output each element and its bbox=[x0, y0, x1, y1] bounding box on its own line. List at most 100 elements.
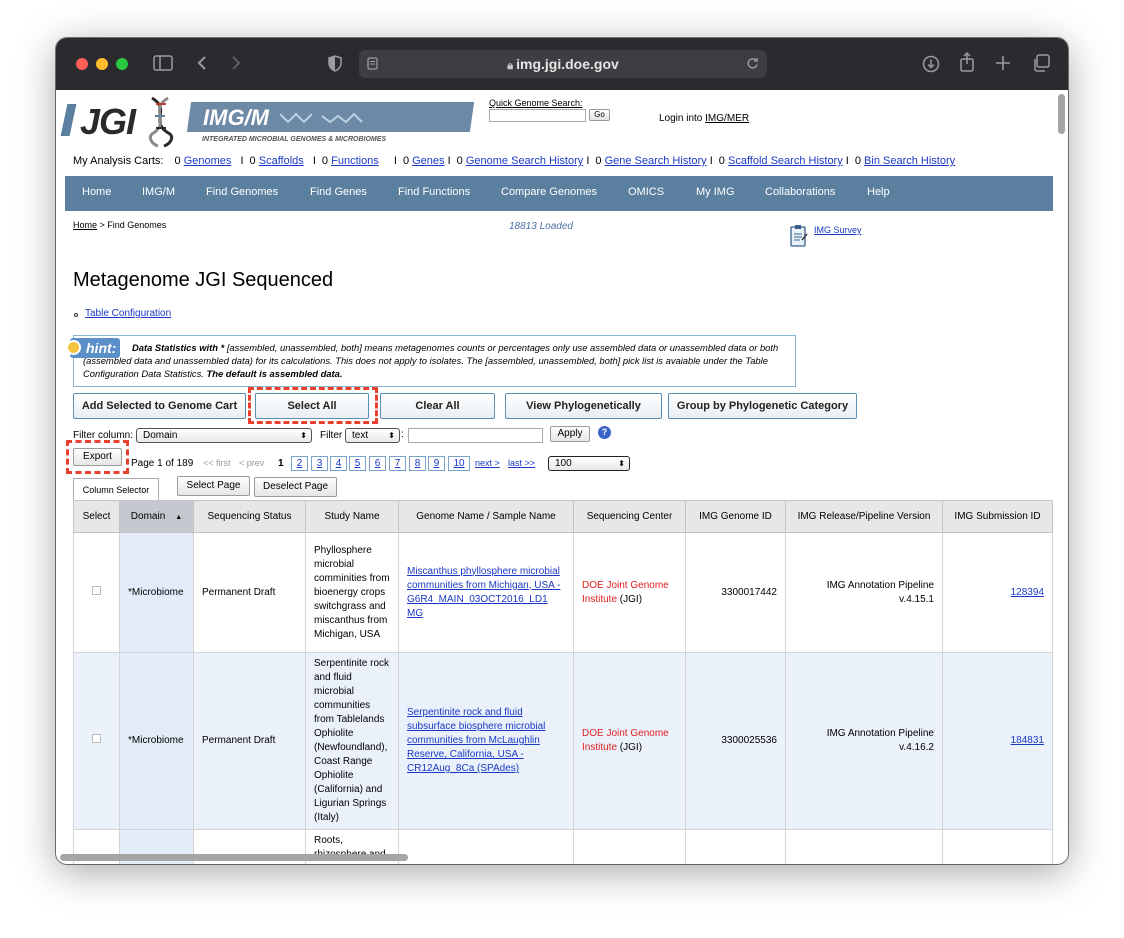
jgi-logo[interactable]: JGI bbox=[60, 96, 184, 148]
pager-next[interactable]: next > bbox=[475, 458, 500, 468]
col-header-img-genome-id[interactable]: IMG Genome ID bbox=[685, 500, 786, 533]
study-cell: Phyllosphere microbial comminities from … bbox=[305, 532, 399, 653]
pipeline-cell: IMG Annotation Pipeline v.4.16.2 bbox=[785, 652, 943, 830]
view-phylogenetically-button[interactable]: View Phylogenetically bbox=[505, 393, 662, 419]
genomes-table: Select Domain ▲ Sequencing Status Study N… bbox=[73, 500, 1053, 864]
row-checkbox[interactable] bbox=[92, 585, 101, 595]
quick-search-input[interactable] bbox=[489, 109, 586, 122]
select-arrows-icon: ⬍ bbox=[388, 431, 395, 440]
cart-bin-history-link[interactable]: Bin Search History bbox=[864, 155, 955, 167]
cart-bin-history-count: 0 bbox=[854, 155, 861, 167]
deselect-page-button[interactable]: Deselect Page bbox=[254, 477, 337, 497]
hint-bold-lead: Data Statistics with * bbox=[132, 342, 225, 353]
col-header-submission-id[interactable]: IMG Submission ID bbox=[942, 500, 1053, 533]
domain-cell: *Microbiome bbox=[119, 532, 194, 653]
row-checkbox[interactable] bbox=[92, 734, 101, 743]
pager-page-8[interactable]: 8 bbox=[409, 456, 426, 471]
nav-help[interactable]: Help bbox=[867, 186, 890, 198]
pager-page-6[interactable]: 6 bbox=[369, 456, 386, 471]
survey-link[interactable]: IMG Survey bbox=[814, 225, 862, 235]
horizontal-scrollbar[interactable] bbox=[60, 854, 408, 861]
genome-name-link[interactable]: Serpentinite rock and fluid subsurface b… bbox=[407, 707, 545, 774]
cart-genes-link[interactable]: Genes bbox=[412, 155, 444, 167]
nav-omics[interactable]: OMICS bbox=[628, 186, 664, 198]
col-header-domain-label: Domain bbox=[130, 511, 166, 522]
submission-cell: 128394 bbox=[942, 532, 1053, 653]
filter-text-input[interactable] bbox=[408, 428, 543, 443]
downloads-icon[interactable] bbox=[922, 55, 940, 73]
group-by-phylogenetic-category-button[interactable]: Group by Phylogenetic Category bbox=[668, 393, 857, 419]
nav-find-genomes[interactable]: Find Genomes bbox=[206, 186, 278, 198]
pager-page-7[interactable]: 7 bbox=[389, 456, 406, 471]
genome-name-cell: Serpentinite rock and fluid subsurface b… bbox=[398, 652, 574, 830]
col-header-genome-name[interactable]: Genome Name / Sample Name bbox=[398, 500, 574, 533]
forward-arrow-icon[interactable] bbox=[230, 55, 242, 71]
breadcrumb-home[interactable]: Home bbox=[73, 220, 97, 230]
column-selector-tab[interactable]: Column Selector bbox=[73, 478, 159, 500]
survey-clipboard-icon[interactable] bbox=[789, 224, 809, 248]
table-config-link[interactable]: Table Configuration bbox=[85, 308, 171, 319]
cart-genomes-link[interactable]: Genomes bbox=[184, 155, 232, 167]
nav-compare-genomes[interactable]: Compare Genomes bbox=[501, 186, 597, 198]
submission-link[interactable]: 184831 bbox=[1011, 735, 1044, 746]
cart-functions-link[interactable]: Functions bbox=[331, 155, 379, 167]
hint-bold-tail: The default is assembled data. bbox=[206, 368, 343, 379]
pager-prev: < prev bbox=[239, 458, 265, 468]
col-header-sequencing-center[interactable]: Sequencing Center bbox=[573, 500, 686, 533]
hint-bulb-icon bbox=[66, 340, 81, 355]
pager-page-9[interactable]: 9 bbox=[428, 456, 445, 471]
url-text: 🔒︎ img.jgi.doe.gov bbox=[359, 56, 767, 73]
nav-find-functions[interactable]: Find Functions bbox=[398, 186, 470, 198]
nav-home[interactable]: Home bbox=[82, 186, 111, 198]
pager-last[interactable]: last >> bbox=[508, 458, 535, 468]
filter-type-value: text bbox=[352, 430, 369, 441]
back-arrow-icon[interactable] bbox=[196, 55, 208, 71]
close-window-button[interactable] bbox=[76, 58, 88, 70]
col-header-sequencing-status[interactable]: Sequencing Status bbox=[193, 500, 306, 533]
col-header-study-name[interactable]: Study Name bbox=[305, 500, 399, 533]
nav-my-img[interactable]: My IMG bbox=[696, 186, 735, 198]
help-icon[interactable]: ? bbox=[598, 426, 611, 439]
submission-link[interactable]: 128394 bbox=[1011, 587, 1044, 598]
cart-gene-history-link[interactable]: Gene Search History bbox=[605, 155, 707, 167]
page-size-select[interactable]: 100 ⬍ bbox=[548, 456, 630, 471]
col-header-pipeline-version[interactable]: IMG Release/Pipeline Version bbox=[785, 500, 943, 533]
filter-column-select[interactable]: Domain ⬍ bbox=[136, 428, 312, 443]
genome-name-link[interactable]: Miscanthus phyllosphere microbial commun… bbox=[407, 566, 560, 619]
privacy-shield-icon[interactable] bbox=[328, 55, 342, 72]
address-bar[interactable]: 🔒︎ img.jgi.doe.gov bbox=[359, 50, 767, 78]
quick-search-go-button[interactable]: Go bbox=[589, 109, 610, 121]
nav-imgm[interactable]: IMG/M bbox=[142, 186, 175, 198]
pager-page-5[interactable]: 5 bbox=[349, 456, 366, 471]
analysis-carts: My Analysis Carts: 0 Genomes I0 Scaffold… bbox=[73, 155, 956, 167]
filter-apply-button[interactable]: Apply bbox=[550, 426, 590, 442]
add-to-genome-cart-button[interactable]: Add Selected to Genome Cart bbox=[73, 393, 246, 419]
pager-page-4[interactable]: 4 bbox=[330, 456, 347, 471]
cart-scaffolds-link[interactable]: Scaffolds bbox=[259, 155, 304, 167]
cart-genome-history-link[interactable]: Genome Search History bbox=[466, 155, 583, 167]
select-page-button[interactable]: Select Page bbox=[177, 476, 250, 496]
select-arrows-icon: ⬍ bbox=[300, 431, 307, 440]
vertical-scrollbar[interactable] bbox=[1058, 94, 1065, 134]
pager-page-2[interactable]: 2 bbox=[291, 456, 308, 471]
col-header-domain[interactable]: Domain ▲ bbox=[119, 500, 194, 533]
sidebar-toggle-icon[interactable] bbox=[153, 55, 173, 71]
hint-badge-label: hint: bbox=[86, 340, 117, 356]
clear-all-button[interactable]: Clear All bbox=[380, 393, 495, 419]
filter-type-select[interactable]: text ⬍ bbox=[345, 428, 400, 443]
share-icon[interactable] bbox=[959, 52, 975, 72]
jgi-logo-text: JGI bbox=[80, 101, 136, 142]
pager-page-3[interactable]: 3 bbox=[311, 456, 328, 471]
nav-collaborations[interactable]: Collaborations bbox=[765, 186, 835, 198]
cart-scaffold-history-link[interactable]: Scaffold Search History bbox=[728, 155, 843, 167]
new-tab-icon[interactable] bbox=[995, 55, 1011, 71]
nav-find-genes[interactable]: Find Genes bbox=[310, 186, 367, 198]
reload-icon[interactable] bbox=[746, 57, 759, 70]
col-header-select[interactable]: Select bbox=[73, 500, 120, 533]
minimize-window-button[interactable] bbox=[96, 58, 108, 70]
pager-page-10[interactable]: 10 bbox=[448, 456, 470, 471]
zoom-window-button[interactable] bbox=[116, 58, 128, 70]
genome-id-cell: 3300017442 bbox=[685, 532, 786, 653]
tab-overview-icon[interactable] bbox=[1032, 54, 1050, 72]
login-link[interactable]: IMG/MER bbox=[705, 113, 749, 124]
